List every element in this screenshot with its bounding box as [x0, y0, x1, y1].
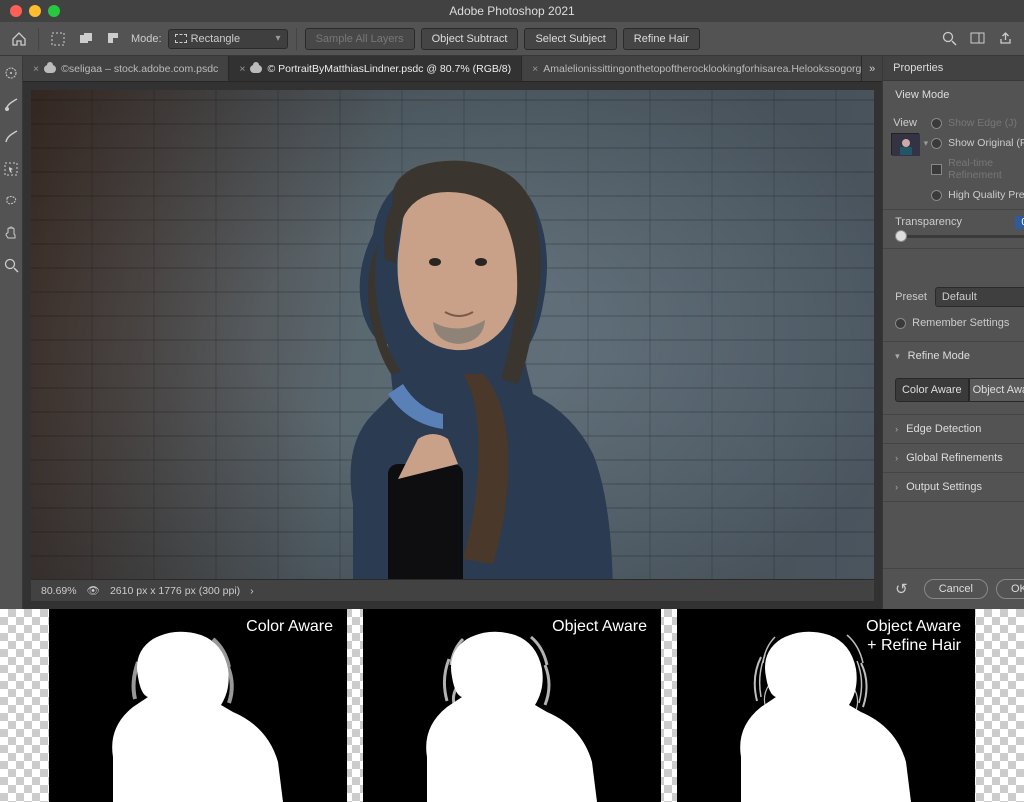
object-aware-button[interactable]: Object Aware	[969, 378, 1024, 402]
options-bar: Mode: Rectangle Sample All Layers Object…	[0, 22, 1024, 56]
preset-select[interactable]: Default	[935, 287, 1024, 307]
mode-value: Rectangle	[191, 33, 241, 45]
realtime-option[interactable]: Real-time Refinement	[931, 157, 1024, 181]
mode-label: Mode:	[131, 33, 162, 45]
new-selection-icon[interactable]	[47, 28, 69, 50]
cancel-button[interactable]: Cancel	[924, 579, 988, 599]
quick-select-tool[interactable]	[0, 62, 22, 84]
hq-preview-option[interactable]: High Quality Preview	[931, 189, 1024, 201]
tool-column	[0, 56, 23, 609]
workspace-icon[interactable]	[966, 28, 988, 50]
zoom-tool[interactable]	[0, 254, 22, 276]
preset-label: Preset	[895, 291, 927, 303]
tabs-overflow-icon[interactable]: »	[862, 56, 882, 81]
show-edge-option[interactable]: Show Edge (J)	[931, 117, 1024, 129]
ok-button[interactable]: OK	[996, 579, 1024, 599]
status-bar: 80.69% 👁 2610 px x 1776 px (300 ppi) ›	[31, 579, 874, 601]
maximize-window-icon[interactable]	[48, 5, 60, 17]
mask-silhouette	[93, 627, 303, 802]
mask-silhouette	[407, 627, 617, 802]
properties-tab[interactable]: Properties	[883, 56, 1024, 81]
close-window-icon[interactable]	[10, 5, 22, 17]
minimize-window-icon[interactable]	[29, 5, 41, 17]
app-title: Adobe Photoshop 2021	[449, 4, 574, 18]
cloud-icon	[250, 65, 262, 73]
refine-hair-button[interactable]: Refine Hair	[623, 28, 700, 50]
lasso-tool[interactable]	[0, 190, 22, 212]
tab-label: Amalelionissittingonthetopoftherocklooki…	[543, 63, 862, 75]
close-tab-icon[interactable]: ×	[33, 63, 39, 75]
refine-mode-header[interactable]: ▾Refine Mode	[883, 342, 1024, 370]
portrait-subject	[233, 90, 673, 579]
subtract-selection-icon[interactable]	[103, 28, 125, 50]
cloud-icon	[44, 65, 56, 73]
close-tab-icon[interactable]: ×	[239, 63, 245, 75]
mask-card-object-aware: Object Aware	[363, 609, 661, 802]
add-selection-icon[interactable]	[75, 28, 97, 50]
mask-card-object-aware-refine: Object Aware + Refine Hair	[677, 609, 975, 802]
object-subtract-button[interactable]: Object Subtract	[421, 28, 519, 50]
rectangle-icon	[175, 34, 187, 43]
sample-all-layers-button: Sample All Layers	[305, 28, 415, 50]
tab-label: ©seligaa – stock.adobe.com.psdc	[61, 63, 218, 75]
output-settings-header[interactable]: ›Output Settings	[883, 473, 1024, 501]
remember-settings-option[interactable]: Remember Settings	[883, 317, 1024, 341]
color-aware-button[interactable]: Color Aware	[895, 378, 968, 402]
document-canvas[interactable]	[31, 90, 874, 579]
select-subject-button[interactable]: Select Subject	[524, 28, 616, 50]
hand-tool[interactable]	[0, 222, 22, 244]
tab-document-3[interactable]: × Amalelionissittingonthetopoftherockloo…	[522, 56, 862, 81]
mask-comparison-strip: Color Aware Object Aware Object Aware + …	[0, 609, 1024, 802]
document-info: 2610 px x 1776 px (300 ppi)	[110, 585, 240, 597]
reset-icon[interactable]: ↺	[895, 580, 908, 598]
home-icon[interactable]	[8, 28, 30, 50]
search-icon[interactable]	[938, 28, 960, 50]
document-tabs: × ©seligaa – stock.adobe.com.psdc × © Po…	[23, 56, 882, 82]
show-original-option[interactable]: Show Original (P)	[931, 137, 1024, 149]
tab-document-1[interactable]: × ©seligaa – stock.adobe.com.psdc	[23, 56, 229, 81]
transparency-slider[interactable]	[895, 235, 1024, 238]
view-label: View	[893, 117, 917, 129]
view-mode-header[interactable]: View Mode	[883, 81, 1024, 109]
tab-label: © PortraitByMatthiasLindner.psdc @ 80.7%…	[267, 63, 511, 75]
close-tab-icon[interactable]: ×	[532, 63, 538, 75]
object-select-tool[interactable]	[0, 158, 22, 180]
view-thumbnail-select[interactable]	[891, 133, 919, 155]
transparency-value[interactable]: 0%	[1015, 216, 1024, 229]
edge-detection-header[interactable]: ›Edge Detection	[883, 415, 1024, 443]
brush-add-tool[interactable]	[0, 94, 22, 116]
transparency-label: Transparency	[895, 216, 962, 229]
tab-document-2[interactable]: × © PortraitByMatthiasLindner.psdc @ 80.…	[229, 56, 522, 81]
mode-select[interactable]: Rectangle	[168, 29, 288, 49]
share-icon[interactable]	[994, 28, 1016, 50]
mask-card-color-aware: Color Aware	[49, 609, 347, 802]
mask-silhouette	[721, 627, 931, 802]
chevron-right-icon[interactable]: ›	[250, 585, 254, 597]
properties-panel: Properties View Mode View Show Edge (J) …	[882, 56, 1024, 609]
zoom-value[interactable]: 80.69%	[41, 585, 77, 597]
global-refinements-header[interactable]: ›Global Refinements	[883, 444, 1024, 472]
window-controls	[0, 5, 60, 17]
brush-tool[interactable]	[0, 126, 22, 148]
window-titlebar: Adobe Photoshop 2021	[0, 0, 1024, 22]
